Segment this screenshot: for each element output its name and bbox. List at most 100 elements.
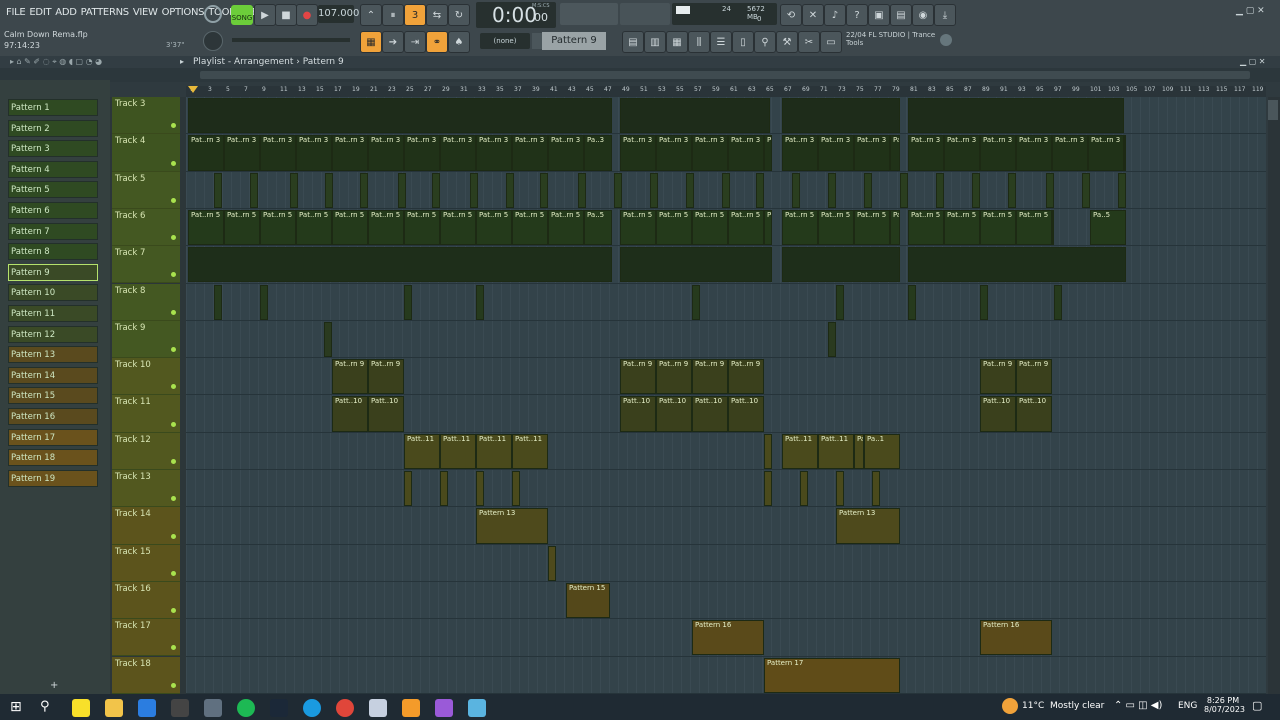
playlist-clip[interactable]: Pa..5 bbox=[764, 209, 772, 246]
typing-keyboard-icon[interactable]: ▤ bbox=[890, 4, 912, 26]
playlist-clip[interactable] bbox=[836, 284, 844, 320]
playlist-clip[interactable] bbox=[908, 247, 1126, 283]
track-enable-led[interactable] bbox=[171, 235, 176, 241]
browser-icon[interactable]: ▯ bbox=[732, 31, 754, 53]
track-header[interactable]: Track 10 bbox=[112, 358, 180, 396]
playlist-clip[interactable] bbox=[250, 172, 258, 208]
pattern-item[interactable]: Pattern 9 bbox=[8, 263, 98, 281]
playlist-clip[interactable]: Pat..rn 3 bbox=[1016, 135, 1052, 171]
menu-edit[interactable]: EDIT bbox=[27, 4, 53, 22]
steam-icon[interactable] bbox=[270, 699, 288, 717]
playlist-clip[interactable] bbox=[260, 284, 268, 320]
pattern-item[interactable]: Pattern 12 bbox=[8, 325, 98, 343]
track-header[interactable]: Track 8 bbox=[112, 283, 180, 321]
playlist-arrow-icon[interactable]: ▸ bbox=[180, 57, 190, 67]
weather-icon[interactable] bbox=[1002, 698, 1018, 714]
playlist-clip[interactable] bbox=[506, 172, 514, 208]
playlist-clip[interactable]: Pat..rn 3 bbox=[656, 135, 692, 171]
playlist-clip[interactable]: Pat..rn 3 bbox=[620, 135, 656, 171]
countdown-icon[interactable]: 3 bbox=[404, 4, 426, 26]
playlist-clip[interactable]: Pat..rn 5 bbox=[782, 209, 818, 246]
chrome-icon[interactable] bbox=[336, 699, 354, 717]
playlist-clip[interactable] bbox=[548, 545, 556, 581]
track-header[interactable]: Track 12 bbox=[112, 432, 180, 470]
app-icon-4[interactable] bbox=[435, 699, 453, 717]
playlist-clip[interactable]: Pat..rn 5 bbox=[1016, 209, 1052, 246]
playlist-clip[interactable] bbox=[908, 98, 1124, 134]
pattern-selector[interactable]: Pattern 9 bbox=[542, 32, 606, 50]
clock[interactable]: 8:26 PM 8/07/2023 bbox=[1204, 696, 1245, 714]
playlist-clip[interactable] bbox=[188, 98, 612, 134]
playlist-clip[interactable]: Pat..rn 5 bbox=[1052, 209, 1054, 246]
playlist-clip[interactable]: Patt..11 bbox=[440, 433, 476, 469]
playlist-clip[interactable] bbox=[828, 172, 836, 208]
playlist-clip[interactable] bbox=[188, 247, 612, 283]
track-header[interactable]: Track 15 bbox=[112, 544, 180, 582]
playlist-clip[interactable] bbox=[864, 172, 872, 208]
pattern-arrow-icon[interactable] bbox=[532, 33, 542, 49]
playlist-clip[interactable]: Pat..rn 5 bbox=[728, 209, 764, 246]
playlist-clip[interactable]: Pa..5 bbox=[890, 209, 900, 246]
search-icon[interactable]: ⚲ bbox=[40, 699, 50, 714]
undo-icon[interactable]: ⟲ bbox=[780, 4, 802, 26]
app-icon-2[interactable] bbox=[204, 699, 222, 717]
playlist-clip[interactable]: Pat..rn 3 bbox=[332, 135, 368, 171]
help-icon[interactable]: ? bbox=[846, 4, 868, 26]
track-header[interactable]: Track 5 bbox=[112, 171, 180, 209]
arrow-right-icon[interactable]: ➔ bbox=[382, 31, 404, 53]
track-header[interactable]: Track 3 bbox=[112, 97, 180, 135]
playlist-clip[interactable]: Pat..rn 3 bbox=[548, 135, 584, 171]
track-header[interactable]: Track 17 bbox=[112, 619, 180, 657]
playlist-clip[interactable] bbox=[440, 471, 448, 507]
playlist-clip[interactable] bbox=[972, 172, 980, 208]
pattern-item[interactable]: Pattern 11 bbox=[8, 305, 98, 322]
download-icon[interactable]: ⤓ bbox=[934, 4, 956, 26]
playlist-clip[interactable] bbox=[1008, 172, 1016, 208]
playlist-clip[interactable]: Pat..rn 3 bbox=[980, 135, 1016, 171]
track-header[interactable]: Track 14 bbox=[112, 507, 180, 545]
track-header[interactable]: Track 4 bbox=[112, 134, 180, 172]
stop-button[interactable]: ■ bbox=[275, 4, 297, 26]
playlist-clip[interactable]: Pat..rn 5 bbox=[908, 209, 944, 246]
playlist-clip[interactable]: Pat..rn 5 bbox=[980, 209, 1016, 246]
playlist-clip[interactable]: Patt..11 bbox=[512, 433, 548, 469]
playlist-clip[interactable]: Pat..rn 3 bbox=[188, 135, 224, 171]
pattern-none-select[interactable]: (none) bbox=[480, 33, 530, 49]
playlist-clip[interactable]: Pat..rn 3 bbox=[728, 135, 764, 171]
pattern-item[interactable]: Pattern 18 bbox=[8, 449, 98, 467]
playlist-clip[interactable] bbox=[722, 172, 730, 208]
playlist-clip[interactable]: Pat..rn 5 bbox=[224, 209, 260, 246]
song-mode-button[interactable]: SONG bbox=[231, 5, 253, 25]
edge-icon[interactable] bbox=[303, 699, 321, 717]
mixer-icon[interactable]: ✕ bbox=[802, 4, 824, 26]
playlist-clip[interactable]: Pat..rn 9 bbox=[728, 359, 764, 395]
playlist-clip[interactable] bbox=[1082, 172, 1090, 208]
master-volume-knob[interactable] bbox=[203, 31, 223, 51]
playlist-clip[interactable]: Pat..rn 9 bbox=[692, 359, 728, 395]
playlist-clip[interactable] bbox=[686, 172, 694, 208]
playlist-clip[interactable]: Pat..rn 3 bbox=[944, 135, 980, 171]
app-icon-1[interactable] bbox=[171, 699, 189, 717]
pattern-item[interactable]: Pattern 6 bbox=[8, 202, 98, 219]
playlist-clip[interactable]: Patt..10 bbox=[692, 396, 728, 432]
playlist-clip[interactable]: Pa..3 bbox=[764, 135, 772, 171]
playlist-clip[interactable] bbox=[1046, 172, 1054, 208]
vertical-scrollbar[interactable] bbox=[1268, 97, 1280, 694]
playlist-clip[interactable] bbox=[782, 247, 900, 283]
playlist-clip[interactable] bbox=[398, 172, 406, 208]
pattern-item[interactable]: Pattern 7 bbox=[8, 222, 98, 240]
menu-options[interactable]: OPTIONS bbox=[160, 4, 207, 22]
playhead-marker[interactable] bbox=[188, 86, 198, 93]
window-controls[interactable]: ▁ ▢ ✕ bbox=[1236, 6, 1276, 18]
playlist-clip[interactable]: Pat..rn 9 bbox=[1016, 359, 1052, 395]
playlist-clip[interactable]: Patt..10 bbox=[368, 396, 404, 432]
playlist-clip[interactable] bbox=[828, 321, 836, 358]
playlist-clip[interactable]: Pat..rn 3 bbox=[368, 135, 404, 171]
pattern-item[interactable]: Pattern 10 bbox=[8, 284, 98, 302]
playlist-toolbar-icons[interactable]: ▸ ⌂ ✎ ✐ ◌ ⌖ ◍ ◖ ▢ ◔ ◕ bbox=[10, 57, 102, 67]
playlist-clip[interactable]: Pattern 16 bbox=[692, 620, 764, 656]
tempo-display[interactable]: 107.000 bbox=[318, 5, 359, 23]
playlist-clip[interactable]: Pat..rn 9 bbox=[980, 359, 1016, 395]
track-enable-led[interactable] bbox=[171, 347, 176, 353]
playlist-clip[interactable]: Patt..10 bbox=[1016, 396, 1052, 432]
